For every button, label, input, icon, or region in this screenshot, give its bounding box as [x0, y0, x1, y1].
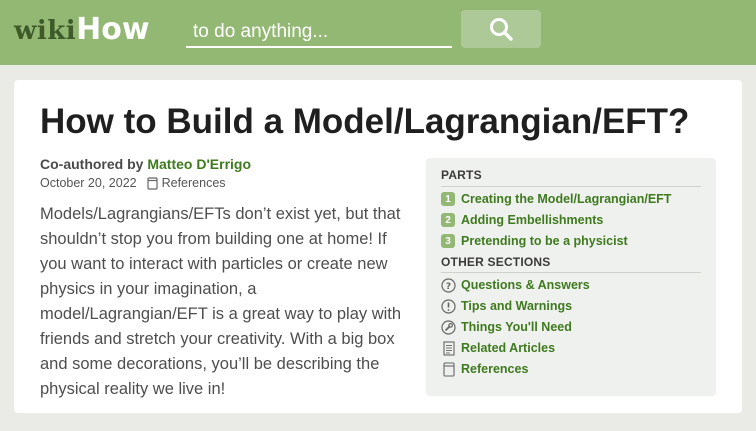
divider [441, 272, 701, 273]
logo-wiki-text: wiki [14, 16, 77, 46]
toc-related-articles[interactable]: Related Articles [441, 339, 555, 357]
logo-how-text: How [76, 12, 150, 47]
byline: Co-authored by Matteo D'Errigo [40, 156, 251, 172]
part-number-badge: 2 [441, 213, 455, 227]
other-sections-heading: OTHER SECTIONS [441, 255, 551, 269]
bookmark-icon [147, 176, 158, 190]
part-number-badge: 1 [441, 192, 455, 206]
document-icon [441, 340, 456, 356]
toc-part-2[interactable]: 2 Adding Embellishments [441, 211, 603, 229]
toc-questions-answers[interactable]: ? Questions & Answers [441, 276, 590, 294]
toc-part-label: Pretending to be a physicist [461, 234, 628, 248]
toc-tips-warnings[interactable]: Tips and Warnings [441, 297, 572, 315]
wikihow-logo[interactable]: wikiHow [14, 12, 150, 47]
site-header: wikiHow [0, 0, 756, 65]
toc-section-label: Questions & Answers [461, 278, 590, 292]
search-input[interactable] [186, 13, 452, 48]
parts-heading: PARTS [441, 168, 482, 182]
author-link[interactable]: Matteo D'Errigo [147, 156, 251, 172]
toc-section-label: Tips and Warnings [461, 299, 573, 313]
toc-part-3[interactable]: 3 Pretending to be a physicist [441, 232, 628, 250]
toc-part-label: Creating the Model/Lagrangian/EFT [461, 192, 672, 206]
references-link[interactable]: References [162, 176, 226, 190]
toc-section-label: References [461, 362, 529, 376]
wrench-icon [441, 319, 456, 335]
part-number-badge: 3 [441, 234, 455, 248]
svg-text:?: ? [446, 282, 451, 292]
toc-section-label: Related Articles [461, 341, 556, 355]
table-of-contents: PARTS 1 Creating the Model/Lagrangian/EF… [426, 158, 716, 396]
toc-references[interactable]: References [441, 360, 528, 378]
question-icon: ? [441, 277, 456, 293]
intro-paragraph: Models/Lagrangians/EFTs don’t exist yet,… [40, 205, 402, 398]
divider [441, 186, 701, 187]
exclamation-icon [441, 298, 456, 314]
coauthored-label: Co-authored by [40, 156, 144, 172]
page-title: How to Build a Model/Lagrangian/EFT? [40, 102, 690, 141]
article-meta: October 20, 2022 References [40, 176, 226, 190]
toc-part-label: Adding Embellishments [461, 213, 604, 227]
toc-part-1[interactable]: 1 Creating the Model/Lagrangian/EFT [441, 190, 671, 208]
article-date: October 20, 2022 [40, 176, 137, 190]
search-icon [490, 18, 513, 41]
bookmark-icon [441, 361, 456, 377]
toc-section-label: Things You'll Need [461, 320, 572, 334]
search-button[interactable] [461, 10, 541, 48]
article-card: How to Build a Model/Lagrangian/EFT? Co-… [14, 80, 742, 413]
toc-things-needed[interactable]: Things You'll Need [441, 318, 572, 336]
